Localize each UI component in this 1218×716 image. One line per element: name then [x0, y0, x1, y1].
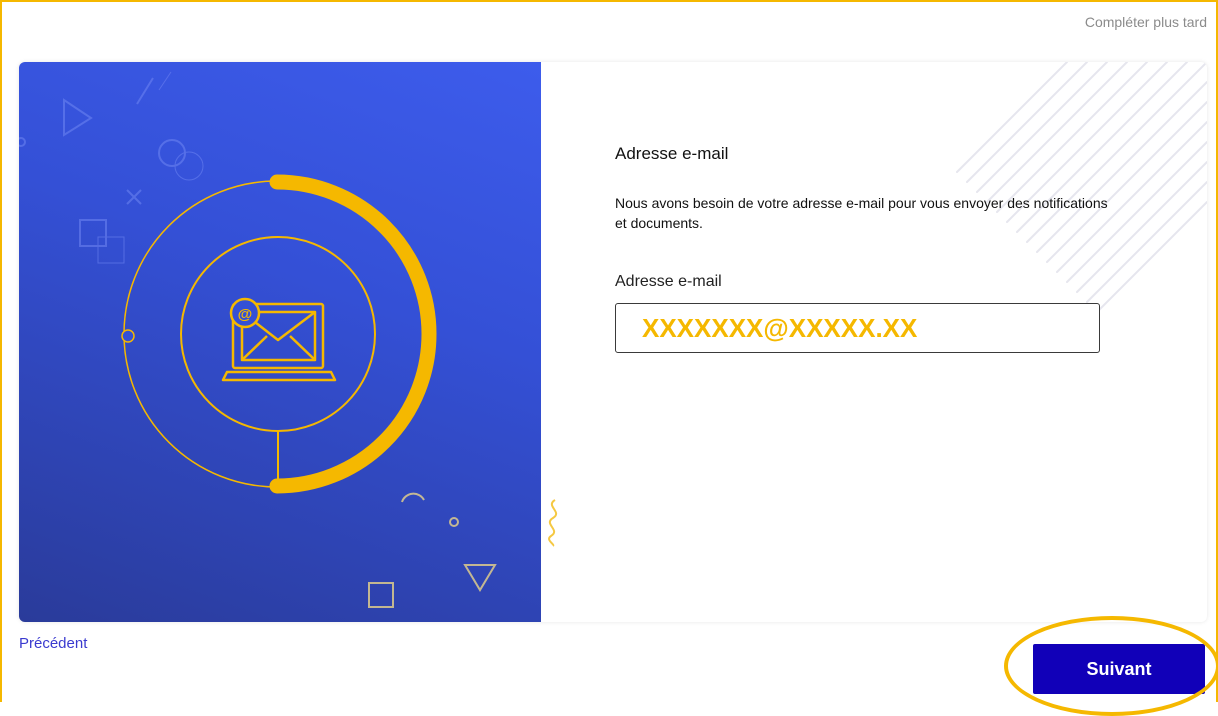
email-field-label: Adresse e-mail [615, 273, 722, 290]
inner-ring [180, 236, 376, 432]
onboarding-card: @ Adresse e-mail Nous avons besoin de vo… [19, 62, 1207, 622]
section-title: Adresse e-mail [615, 144, 729, 163]
progress-node [121, 329, 135, 343]
deco-slash [136, 77, 154, 105]
deco-arc [401, 492, 425, 503]
deco-slash [158, 71, 172, 91]
email-input[interactable] [615, 303, 1100, 353]
illustration-panel: @ [19, 62, 541, 622]
complete-later-link[interactable]: Compléter plus tard [1085, 14, 1207, 30]
deco-square [368, 582, 394, 608]
progress-arc [269, 174, 437, 494]
at-symbol-text: @ [238, 306, 253, 323]
progress-illustration: @ [19, 71, 497, 608]
deco-circle [174, 151, 204, 181]
deco-triangle [63, 98, 93, 137]
section-description: Nous avons besoin de votre adresse e-mai… [615, 195, 1108, 231]
deco-dot [19, 137, 26, 147]
next-button[interactable]: Suivant [1033, 644, 1205, 694]
deco-triangle [463, 564, 497, 592]
deco-square [97, 236, 125, 264]
frame-border-left [0, 0, 2, 702]
squiggle-decoration [548, 499, 558, 547]
previous-link[interactable]: Précédent [19, 635, 87, 652]
frame-border-top [0, 0, 1218, 2]
deco-circle [158, 139, 186, 167]
deco-square [79, 219, 107, 247]
deco-dot [449, 517, 459, 527]
